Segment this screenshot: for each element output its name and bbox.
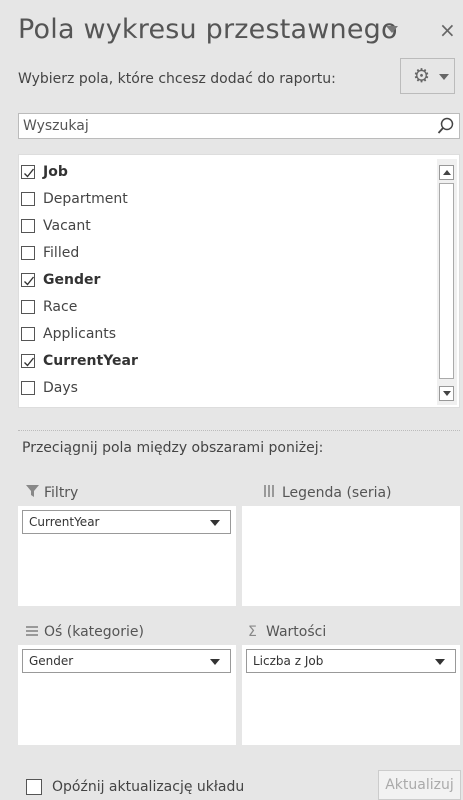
axis-area-title: Oś (kategorie) bbox=[44, 624, 144, 640]
field-label: Filled bbox=[43, 245, 80, 261]
sigma-icon: Σ bbox=[248, 624, 257, 640]
columns-icon bbox=[264, 485, 282, 501]
search-input[interactable]: Wyszukaj bbox=[18, 113, 460, 139]
filters-area-title: Filtry bbox=[44, 485, 79, 501]
axis-area-header: Oś (kategorie) bbox=[26, 624, 144, 640]
field-label: Race bbox=[43, 299, 78, 315]
legend-area-header: Legenda (seria) bbox=[264, 485, 392, 501]
checkbox[interactable] bbox=[21, 300, 35, 314]
tools-button[interactable]: ⚙ bbox=[400, 58, 455, 94]
field-item-race[interactable]: Race bbox=[19, 294, 429, 321]
filters-item-currentyear[interactable]: CurrentYear bbox=[22, 510, 231, 534]
search-placeholder: Wyszukaj bbox=[23, 118, 89, 134]
values-area-title: Wartości bbox=[266, 624, 327, 640]
divider[interactable] bbox=[18, 430, 460, 431]
checkbox[interactable] bbox=[21, 327, 35, 341]
scroll-up-icon[interactable] bbox=[439, 165, 454, 180]
update-button[interactable]: Aktualizuj bbox=[378, 770, 461, 800]
filters-area-header: Filtry bbox=[26, 485, 78, 501]
field-label: Gender bbox=[43, 272, 101, 288]
filters-drop-area[interactable]: CurrentYear bbox=[18, 506, 236, 606]
defer-update-label[interactable]: Opóźnij aktualizację układu bbox=[52, 779, 244, 795]
field-label: Job bbox=[43, 164, 68, 180]
checkbox[interactable] bbox=[21, 165, 35, 179]
field-label: CurrentYear bbox=[43, 353, 138, 369]
field-item-vacant[interactable]: Vacant bbox=[19, 213, 429, 240]
task-pane-options-icon[interactable] bbox=[386, 26, 398, 33]
field-label: Applicants bbox=[43, 326, 117, 342]
axis-item-gender[interactable]: Gender bbox=[22, 649, 231, 673]
legend-area-title: Legenda (seria) bbox=[282, 485, 392, 501]
chevron-down-icon[interactable] bbox=[210, 520, 220, 526]
search-icon[interactable] bbox=[437, 117, 455, 135]
defer-update-checkbox[interactable] bbox=[26, 779, 42, 795]
field-label: Department bbox=[43, 191, 128, 207]
field-item-currentyear[interactable]: CurrentYear bbox=[19, 348, 429, 375]
checkbox[interactable] bbox=[21, 381, 35, 395]
field-list-scrollbar[interactable] bbox=[437, 159, 457, 405]
legend-drop-area[interactable] bbox=[242, 506, 460, 606]
field-item-applicants[interactable]: Applicants bbox=[19, 321, 429, 348]
field-item-gender[interactable]: Gender bbox=[19, 267, 429, 294]
field-item-job[interactable]: Job bbox=[19, 159, 429, 186]
checkbox[interactable] bbox=[21, 219, 35, 233]
field-item-days[interactable]: Days bbox=[19, 375, 429, 402]
close-icon[interactable]: × bbox=[439, 18, 456, 42]
checkbox[interactable] bbox=[21, 354, 35, 368]
rows-icon bbox=[26, 624, 44, 640]
field-list: Job Department Vacant Filled Gender Race… bbox=[18, 154, 460, 408]
checkbox[interactable] bbox=[21, 192, 35, 206]
axis-drop-area[interactable]: Gender bbox=[18, 645, 236, 745]
checkbox[interactable] bbox=[21, 246, 35, 260]
field-item-filled[interactable]: Filled bbox=[19, 240, 429, 267]
gear-icon: ⚙ bbox=[413, 65, 431, 87]
filters-item-label: CurrentYear bbox=[29, 515, 100, 529]
chevron-down-icon[interactable] bbox=[435, 659, 445, 665]
values-drop-area[interactable]: Liczba z Job bbox=[242, 645, 460, 745]
filter-icon bbox=[26, 485, 44, 501]
values-area-header: Σ Wartości bbox=[248, 624, 326, 640]
values-item-count-job[interactable]: Liczba z Job bbox=[246, 649, 456, 673]
panel-title: Pola wykresu przestawnego bbox=[18, 14, 398, 45]
scroll-thumb[interactable] bbox=[439, 183, 454, 379]
scroll-down-icon[interactable] bbox=[439, 386, 454, 401]
panel-subtitle: Wybierz pola, które chcesz dodać do rapo… bbox=[18, 71, 336, 87]
values-item-label: Liczba z Job bbox=[253, 654, 324, 668]
drag-areas-label: Przeciągnij pola między obszarami poniże… bbox=[22, 440, 324, 456]
field-label: Vacant bbox=[43, 218, 91, 234]
field-label: Days bbox=[43, 380, 78, 396]
chevron-down-icon[interactable] bbox=[210, 659, 220, 665]
chevron-down-icon bbox=[439, 74, 449, 80]
field-item-department[interactable]: Department bbox=[19, 186, 429, 213]
checkbox[interactable] bbox=[21, 273, 35, 287]
axis-item-label: Gender bbox=[29, 654, 74, 668]
